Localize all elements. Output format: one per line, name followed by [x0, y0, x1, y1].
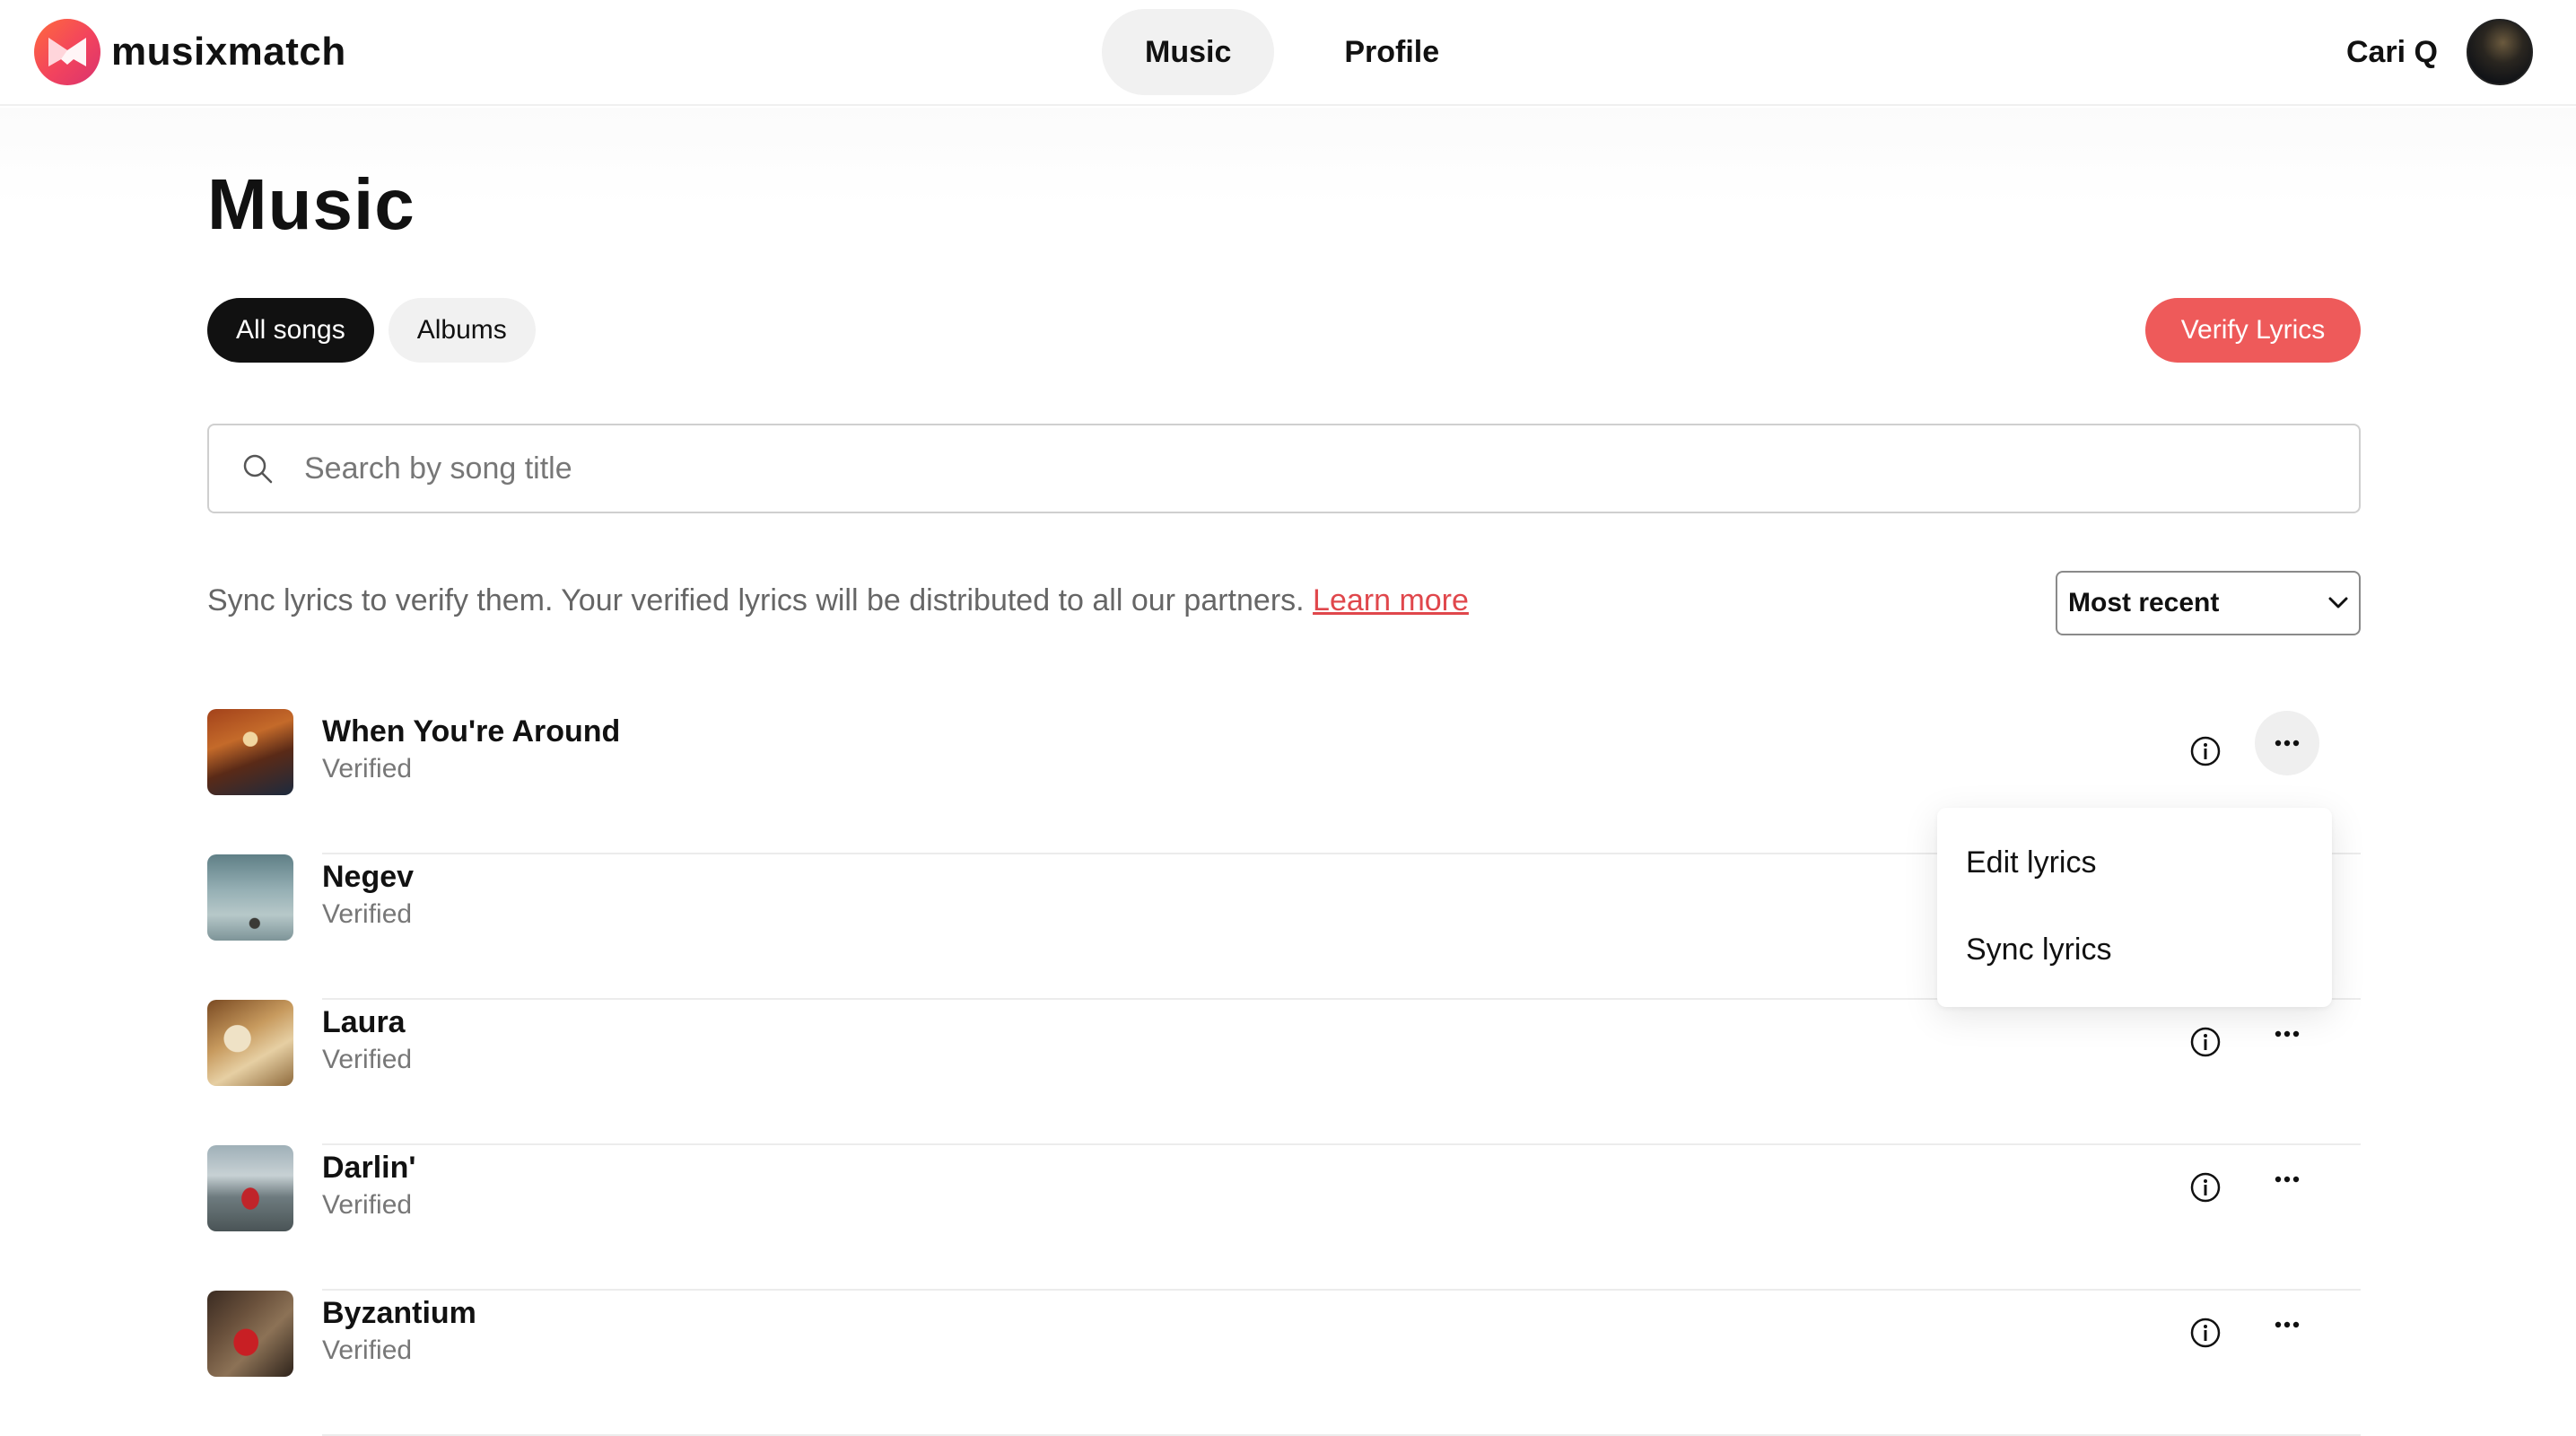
musixmatch-logo-icon	[34, 19, 100, 85]
main-nav: Music Profile	[1102, 9, 1482, 95]
page-title: Music	[207, 164, 415, 244]
ellipsis-icon	[2275, 740, 2300, 747]
album-art	[207, 1291, 293, 1377]
song-status: Verified	[322, 1045, 413, 1074]
sort-selected-value: Most recent	[2068, 588, 2220, 617]
menu-item-sync-lyrics[interactable]: Sync lyrics	[1966, 933, 2111, 968]
sort-select[interactable]: Most recent	[2056, 571, 2361, 635]
ellipsis-icon	[2275, 1176, 2300, 1183]
info-icon[interactable]	[2185, 1021, 2226, 1063]
song-filter-tabs: All songs Albums	[207, 298, 536, 363]
album-art	[207, 709, 293, 795]
info-icon[interactable]	[2185, 1312, 2226, 1353]
list-item[interactable]: Darlin' Verified	[207, 1145, 2361, 1291]
album-art	[207, 854, 293, 941]
search-icon	[243, 454, 273, 484]
verify-lyrics-button[interactable]: Verify Lyrics	[2145, 298, 2361, 363]
info-icon[interactable]	[2185, 731, 2226, 772]
song-options-menu: Edit lyrics Sync lyrics	[1937, 808, 2332, 1007]
more-options-button[interactable]	[2255, 1292, 2319, 1357]
song-title: Laura	[322, 1005, 406, 1039]
user-name: Cari Q	[2345, 34, 2438, 69]
song-status: Verified	[322, 1190, 413, 1220]
more-options-button[interactable]	[2255, 711, 2319, 775]
search-input[interactable]	[304, 451, 2278, 486]
song-status: Verified	[322, 1335, 413, 1365]
info-message: Sync lyrics to verify them. Your verifie…	[207, 583, 1305, 617]
album-art	[207, 1145, 293, 1231]
list-item[interactable]: Laura Verified	[207, 1000, 2361, 1145]
album-art	[207, 1000, 293, 1086]
ellipsis-icon	[2275, 1321, 2300, 1328]
song-title: When You're Around	[322, 714, 621, 749]
song-title: Darlin'	[322, 1151, 416, 1185]
learn-more-link[interactable]: Learn more	[1313, 583, 1469, 617]
user-menu[interactable]: Cari Q	[2346, 19, 2533, 85]
avatar[interactable]	[2467, 19, 2533, 85]
nav-tab-profile[interactable]: Profile	[1301, 9, 1482, 95]
info-icon[interactable]	[2185, 1167, 2226, 1208]
chevron-down-icon	[2328, 597, 2348, 609]
ellipsis-icon	[2275, 1030, 2300, 1038]
song-title: Negev	[322, 860, 415, 894]
top-navigation-bar: musixmatch Music Profile Cari Q	[0, 0, 2576, 106]
tab-albums[interactable]: Albums	[388, 298, 536, 363]
brand-name: musixmatch	[111, 30, 346, 74]
song-status: Verified	[322, 899, 413, 929]
menu-item-edit-lyrics[interactable]: Edit lyrics	[1966, 845, 2096, 880]
song-title: Byzantium	[322, 1296, 476, 1330]
nav-tab-music[interactable]: Music	[1102, 9, 1275, 95]
song-status: Verified	[322, 754, 413, 784]
search-bar	[207, 424, 2361, 513]
more-options-button[interactable]	[2255, 1002, 2319, 1066]
tab-all-songs[interactable]: All songs	[207, 298, 374, 363]
musixmatch-logo[interactable]: musixmatch	[34, 19, 346, 85]
sync-info-text: Sync lyrics to verify them. Your verifie…	[207, 583, 1469, 618]
more-options-button[interactable]	[2255, 1147, 2319, 1212]
